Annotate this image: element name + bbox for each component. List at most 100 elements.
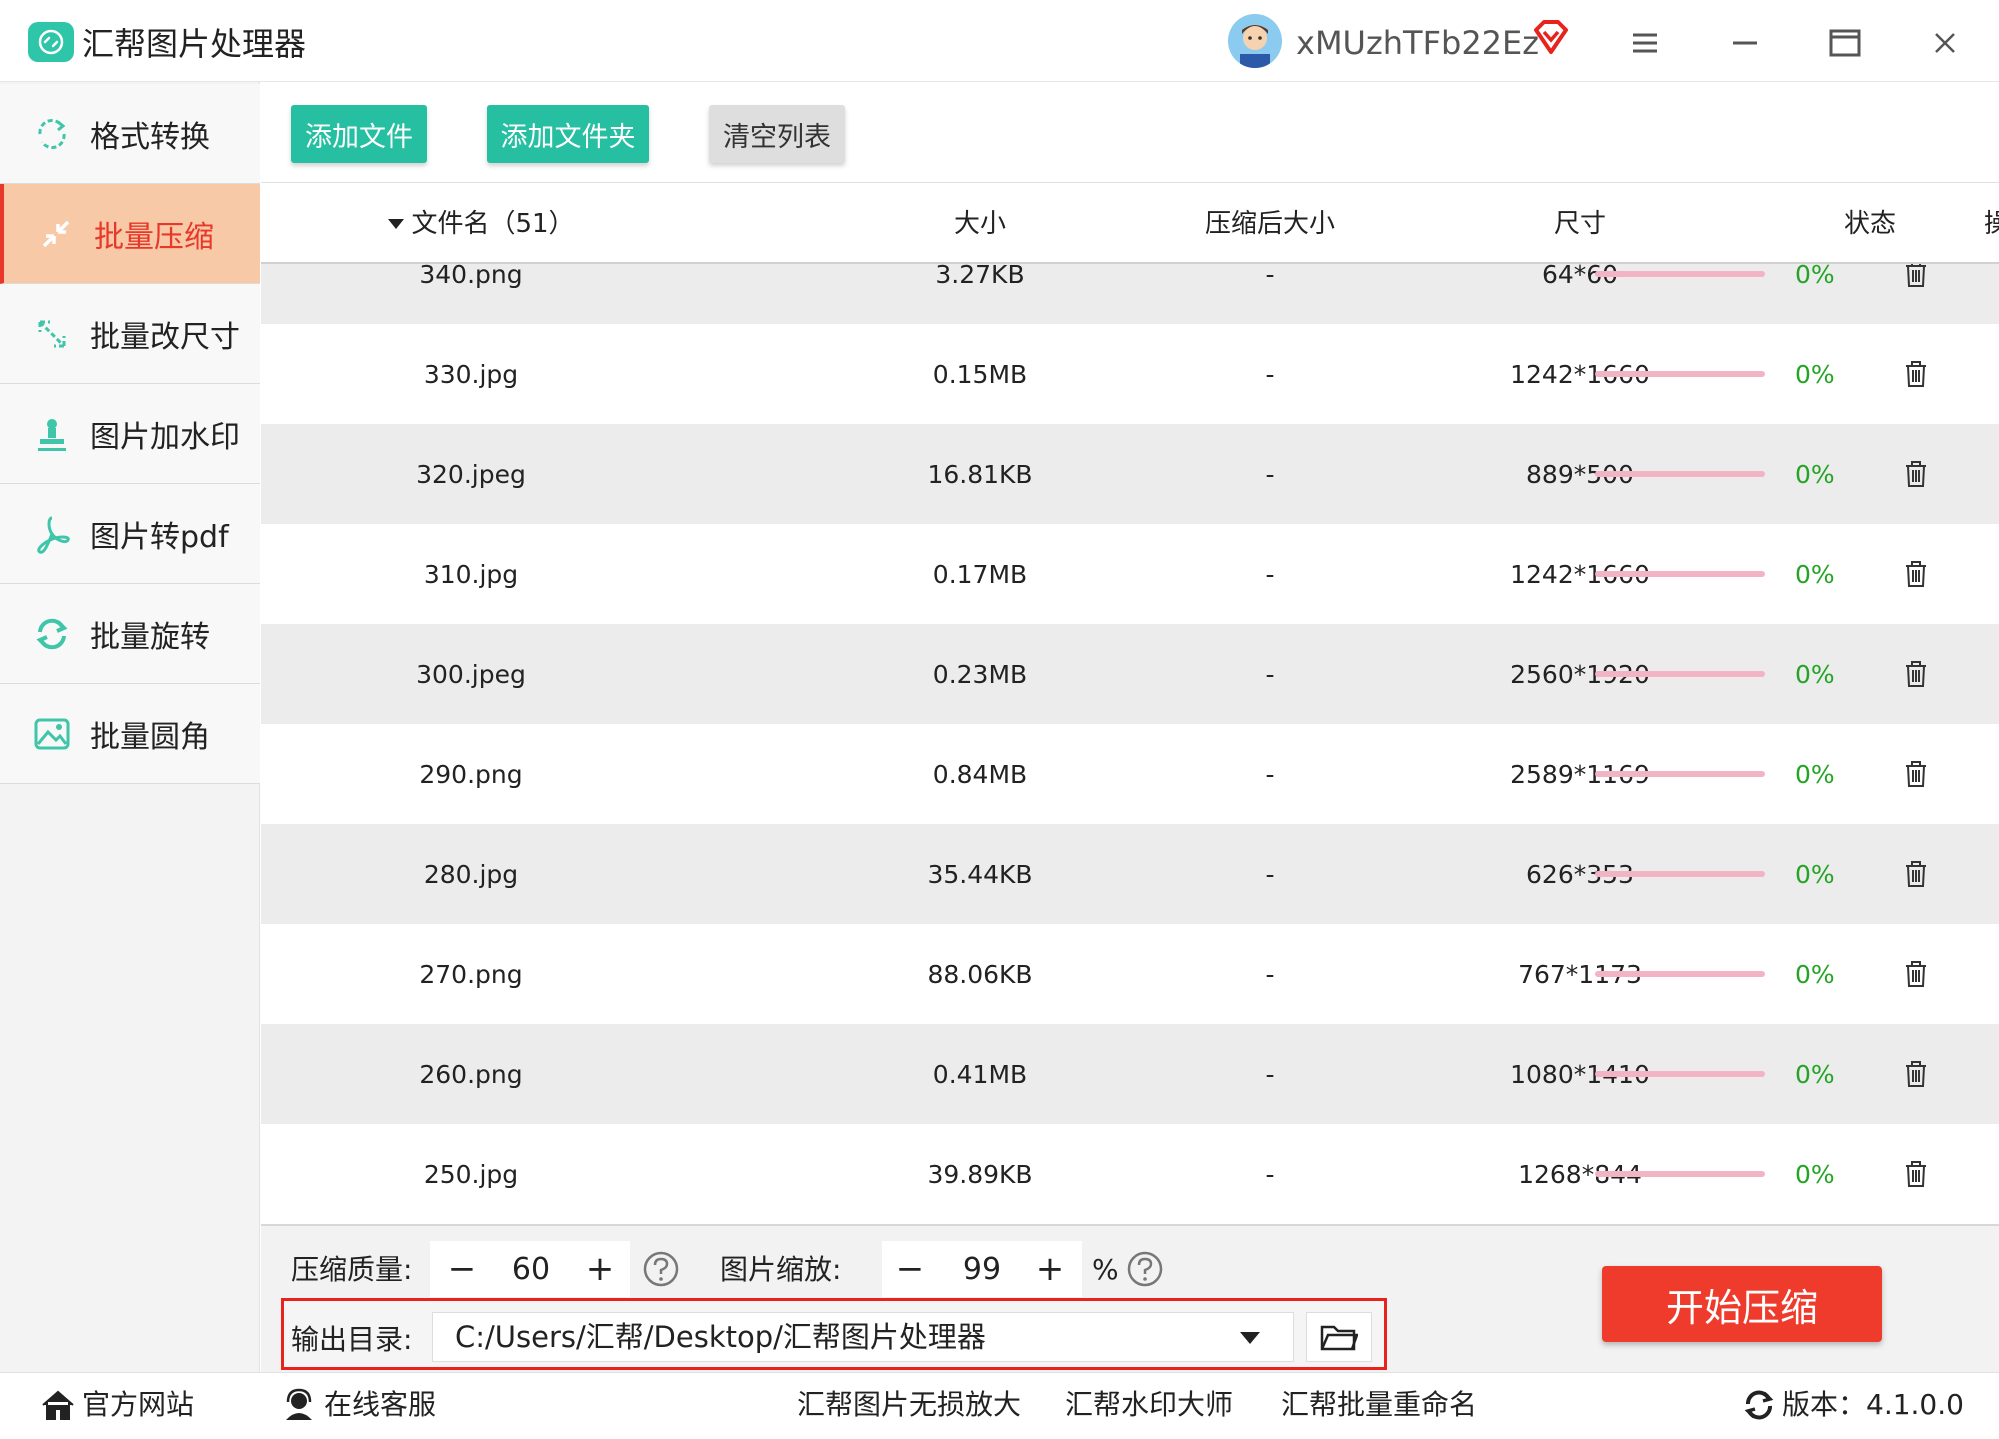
file-size: 16.81KB [927,459,1033,489]
compressed-size: - [1265,459,1275,489]
compressed-size: - [1265,859,1275,889]
online-support-label: 在线客服 [324,1388,437,1421]
scale-label: 图片缩放: [720,1253,842,1286]
vip-diamond-icon[interactable] [1532,18,1570,58]
official-website-link[interactable]: 官方网站 [40,1380,194,1430]
column-header-filename-label: 文件名（51） [411,209,575,239]
delete-icon[interactable] [1901,264,1931,324]
progress-percent: 0% [1795,264,1835,289]
progress-bar [1595,371,1765,377]
file-size: 0.84MB [932,759,1028,789]
table-row[interactable]: 280.jpg 35.44KB - 626*353 0% [261,824,1999,926]
delete-icon[interactable] [1901,824,1931,924]
sidebar-item-label: 图片转pdf [90,519,229,555]
progress-bar [1595,671,1765,677]
sidebar-item-watermark[interactable]: 图片加水印 [0,384,260,484]
column-header-filename[interactable]: 文件名（51） [361,183,601,265]
user-avatar[interactable] [1228,14,1282,68]
progress-bar [1595,1071,1765,1077]
batch-rename-link[interactable]: 汇帮批量重命名 [1281,1380,1477,1430]
progress-percent: 0% [1795,1059,1835,1089]
round-corner-icon [30,712,74,756]
column-header-dimensions: 尺寸 [1553,209,1606,239]
sidebar-item-label: 图片加水印 [90,419,240,455]
file-list: 340.png 3.27KB - 64*60 0% 330.jpg 0.15MB… [261,264,1999,1224]
output-path-select[interactable]: C:/Users/汇帮/Desktop/汇帮图片处理器 [432,1312,1294,1362]
sidebar-item-label: 批量旋转 [90,619,210,655]
quality-value-input[interactable]: 60 [494,1241,568,1297]
sidebar-item-format-convert[interactable]: 格式转换 [0,84,260,184]
delete-icon[interactable] [1901,1124,1931,1224]
compressed-size: - [1265,659,1275,689]
official-website-label: 官方网站 [82,1388,195,1421]
clear-list-button[interactable]: 清空列表 [709,105,845,163]
scale-help-icon[interactable] [1126,1250,1164,1288]
column-header-status: 状态 [1843,209,1896,239]
watermark-icon [30,412,74,456]
close-icon[interactable] [1918,20,1972,66]
quality-increase-button[interactable]: + [578,1241,622,1297]
sidebar-item-batch-resize[interactable]: 批量改尺寸 [0,284,260,384]
delete-icon[interactable] [1901,1024,1931,1124]
watermark-master-link[interactable]: 汇帮水印大师 [1065,1380,1233,1430]
delete-icon[interactable] [1901,924,1931,1024]
refresh-icon[interactable] [1742,1388,1776,1422]
delete-icon[interactable] [1901,624,1931,724]
minimize-icon[interactable] [1718,20,1772,66]
scale-increase-button[interactable]: + [1028,1241,1072,1297]
quality-help-icon[interactable] [642,1250,680,1288]
progress-percent: 0% [1795,1159,1835,1189]
quality-decrease-button[interactable]: − [440,1241,484,1297]
table-row[interactable]: 310.jpg 0.17MB - 1242*1660 0% [261,524,1999,626]
progress-percent: 0% [1795,959,1835,989]
table-row[interactable]: 290.png 0.84MB - 2589*1169 0% [261,724,1999,826]
output-path-value: C:/Users/汇帮/Desktop/汇帮图片处理器 [455,1320,986,1354]
online-support-link[interactable]: 在线客服 [282,1380,436,1430]
folder-open-icon[interactable] [1306,1312,1372,1362]
delete-icon[interactable] [1901,424,1931,524]
sidebar-item-round-corner[interactable]: 批量圆角 [0,684,260,784]
add-file-button[interactable]: 添加文件 [291,105,427,163]
sidebar-item-label: 批量圆角 [90,719,210,755]
output-label: 输出目录: [291,1323,413,1356]
menu-icon[interactable] [1618,20,1672,66]
delete-icon[interactable] [1901,724,1931,824]
table-row[interactable]: 260.png 0.41MB - 1080*1410 0% [261,1024,1999,1126]
table-row[interactable]: 300.jpeg 0.23MB - 2560*1920 0% [261,624,1999,726]
sidebar-item-label: 批量改尺寸 [90,319,240,355]
username[interactable]: xMUzhTFb22Ez [1296,22,1539,64]
file-name: 320.jpeg [416,459,526,489]
table-header: 文件名（51） 大小 压缩后大小 尺寸 状态 操作 [261,182,1999,264]
progress-bar [1595,1171,1765,1177]
delete-icon[interactable] [1901,524,1931,624]
start-compress-button[interactable]: 开始压缩 [1602,1266,1882,1342]
version-info: 版本：4.1.0.0 [1742,1380,1964,1430]
support-agent-icon [286,1388,312,1420]
scale-value-input[interactable]: 99 [945,1241,1019,1297]
delete-icon[interactable] [1901,324,1931,424]
sidebar-item-batch-compress[interactable]: 批量压缩 [0,184,260,284]
maximize-icon[interactable] [1818,20,1872,66]
sidebar-item-rotate[interactable]: 批量旋转 [0,584,260,684]
lossless-upscale-link[interactable]: 汇帮图片无损放大 [797,1380,1021,1430]
sort-desc-icon [388,219,405,229]
progress-bar [1595,471,1765,477]
file-size: 0.15MB [932,359,1028,389]
file-size: 0.17MB [932,559,1028,589]
chevron-down-icon[interactable] [1239,1330,1261,1349]
table-row[interactable]: 330.jpg 0.15MB - 1242*1660 0% [261,324,1999,426]
scale-decrease-button[interactable]: − [888,1241,932,1297]
compressed-size: - [1265,359,1275,389]
table-row[interactable]: 340.png 3.27KB - 64*60 0% [261,264,1999,326]
progress-percent: 0% [1795,659,1835,689]
file-name: 290.png [419,759,523,789]
add-folder-button[interactable]: 添加文件夹 [487,105,649,163]
progress-percent: 0% [1795,459,1835,489]
sidebar-item-to-pdf[interactable]: 图片转pdf [0,484,260,584]
file-name: 310.jpg [423,559,519,589]
table-row[interactable]: 320.jpeg 16.81KB - 889*500 0% [261,424,1999,526]
table-row[interactable]: 250.jpg 39.89KB - 1268*844 0% [261,1124,1999,1224]
table-row[interactable]: 270.png 88.06KB - 767*1173 0% [261,924,1999,1026]
file-name: 330.jpg [423,359,519,389]
compressed-size: - [1265,264,1275,289]
